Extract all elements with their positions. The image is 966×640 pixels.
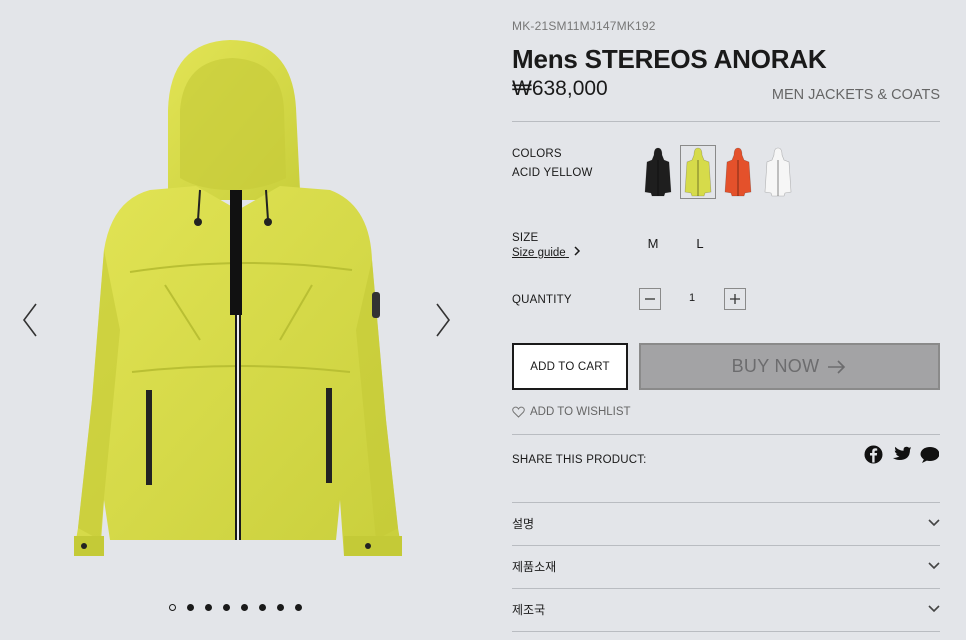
accordion-item[interactable]: 제조국 bbox=[512, 588, 940, 630]
selected-color-name: ACID YELLOW bbox=[512, 167, 593, 179]
plus-icon bbox=[730, 294, 740, 304]
size-label: SIZE bbox=[512, 232, 539, 244]
wishlist-label: ADD TO WISHLIST bbox=[530, 406, 631, 418]
heart-icon bbox=[512, 406, 525, 418]
quantity-increase-button[interactable] bbox=[724, 288, 746, 310]
jacket-thumbnail bbox=[684, 147, 712, 197]
chevron-down-icon bbox=[928, 519, 940, 527]
color-swatch-acid-yellow[interactable] bbox=[680, 145, 716, 199]
size-guide-label: Size guide bbox=[512, 247, 566, 259]
gallery-dot[interactable] bbox=[240, 604, 248, 611]
quantity-decrease-button[interactable] bbox=[639, 288, 661, 310]
size-guide-link[interactable]: Size guide bbox=[512, 246, 581, 259]
gallery-dot[interactable] bbox=[258, 604, 266, 611]
divider bbox=[512, 121, 940, 122]
size-option-m[interactable]: M bbox=[646, 236, 660, 251]
gallery-dot[interactable] bbox=[168, 604, 176, 611]
chevron-left-icon bbox=[23, 303, 37, 337]
minus-icon bbox=[645, 298, 655, 300]
colors-label: COLORS bbox=[512, 148, 562, 160]
product-image bbox=[74, 40, 402, 556]
accordion-item[interactable]: 설명 bbox=[512, 502, 940, 544]
gallery-dot[interactable] bbox=[204, 604, 212, 611]
product-gallery bbox=[0, 0, 470, 640]
gallery-pagination bbox=[0, 604, 470, 616]
divider bbox=[512, 434, 940, 435]
product-title: Mens STEREOS ANORAK bbox=[512, 44, 827, 74]
jacket-thumbnail bbox=[764, 147, 792, 197]
quantity-label: QUANTITY bbox=[512, 294, 572, 306]
share-label: SHARE THIS PRODUCT: bbox=[512, 454, 647, 466]
buy-now-button[interactable]: BUY NOW bbox=[639, 343, 940, 390]
quantity-value[interactable]: 1 bbox=[682, 292, 702, 304]
gallery-dot[interactable] bbox=[186, 604, 194, 611]
chevron-right-icon bbox=[573, 246, 581, 259]
gallery-dot[interactable] bbox=[222, 604, 230, 611]
add-to-wishlist-button[interactable]: ADD TO WISHLIST bbox=[512, 406, 631, 418]
chat-icon[interactable] bbox=[920, 445, 939, 464]
size-options: ML bbox=[646, 236, 707, 251]
gallery-dot[interactable] bbox=[294, 604, 302, 611]
color-swatch-white[interactable] bbox=[760, 145, 796, 199]
next-image-button[interactable] bbox=[431, 300, 455, 340]
color-swatch-orange[interactable] bbox=[720, 145, 756, 199]
accordion-label: 설명 bbox=[512, 516, 535, 531]
color-swatches bbox=[640, 145, 796, 199]
jacket-thumbnail bbox=[724, 147, 752, 197]
previous-image-button[interactable] bbox=[18, 300, 42, 340]
color-swatch-black[interactable] bbox=[640, 145, 676, 199]
size-option-l[interactable]: L bbox=[693, 236, 707, 251]
gallery-dot[interactable] bbox=[276, 604, 284, 611]
product-sku: MK-21SM11MJ147MK192 bbox=[512, 19, 656, 33]
twitter-icon[interactable] bbox=[892, 445, 911, 464]
chevron-down-icon bbox=[928, 605, 940, 613]
add-to-cart-label: ADD TO CART bbox=[530, 360, 610, 373]
jacket-thumbnail bbox=[644, 147, 672, 197]
arrow-right-icon bbox=[828, 359, 846, 374]
chevron-down-icon bbox=[928, 562, 940, 570]
facebook-icon[interactable] bbox=[864, 445, 883, 464]
category-link[interactable]: MEN JACKETS & COATS bbox=[772, 87, 940, 103]
divider bbox=[512, 631, 940, 632]
accordion-label: 제조국 bbox=[512, 602, 546, 617]
add-to-cart-button[interactable]: ADD TO CART bbox=[512, 343, 628, 390]
product-price: ₩638,000 bbox=[512, 77, 608, 100]
accordion-label: 제품소재 bbox=[512, 559, 557, 574]
accordion-item[interactable]: 제품소재 bbox=[512, 545, 940, 587]
buy-now-label: BUY NOW bbox=[731, 356, 820, 376]
chevron-right-icon bbox=[436, 303, 450, 337]
share-icons bbox=[864, 445, 939, 464]
